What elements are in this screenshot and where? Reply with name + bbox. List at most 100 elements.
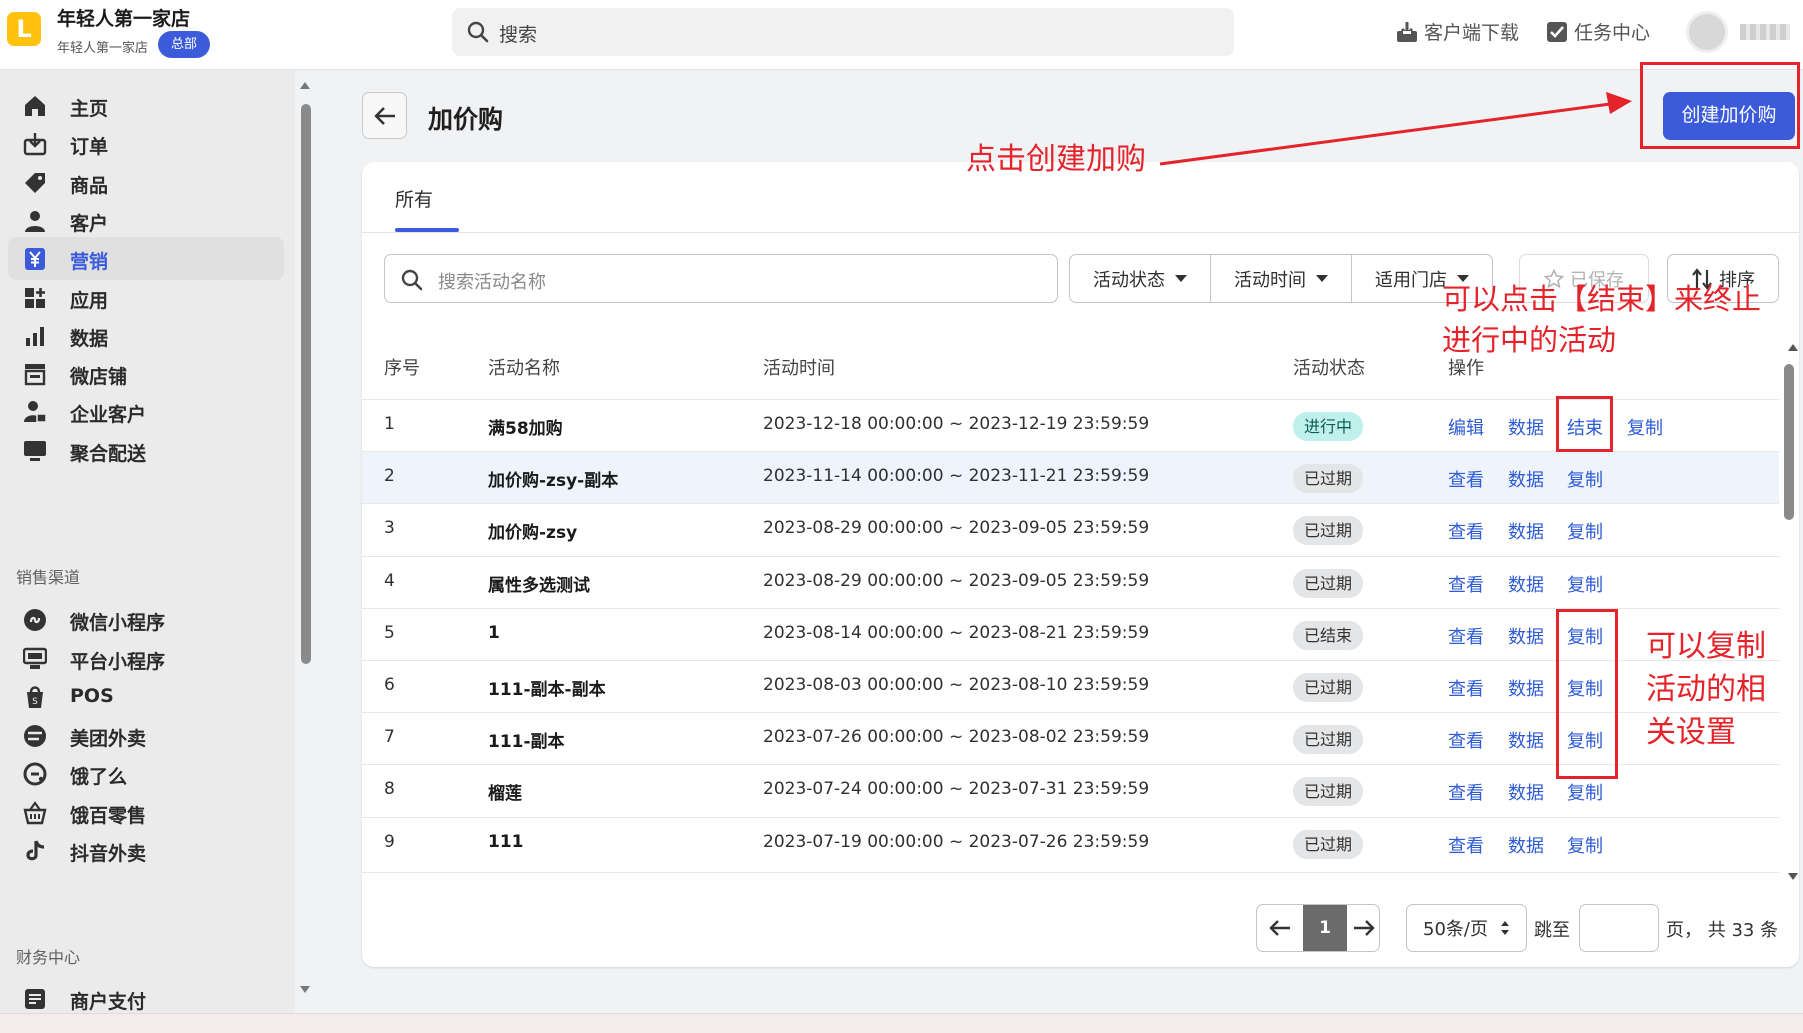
- row-action-link[interactable]: 复制: [1567, 779, 1603, 805]
- row-action-link[interactable]: 复制: [1567, 466, 1603, 492]
- row-action-link[interactable]: 查看: [1448, 518, 1484, 544]
- search-icon: [467, 21, 489, 43]
- order-icon: [23, 133, 47, 156]
- row-activity-name: 加价购-zsy: [488, 523, 578, 544]
- row-action-link[interactable]: 复制: [1567, 571, 1603, 597]
- page-size-select[interactable]: 50条/页: [1406, 904, 1527, 952]
- tab-all[interactable]: 所有: [395, 185, 433, 212]
- row-action-link[interactable]: 数据: [1508, 675, 1544, 701]
- filter-time-label: 活动时间: [1234, 269, 1306, 291]
- next-page-button[interactable]: [1347, 905, 1380, 951]
- sidebar-scroll-thumb[interactable]: [301, 104, 311, 664]
- row-action-link[interactable]: 数据: [1508, 466, 1544, 492]
- user-avatar[interactable]: [1686, 11, 1728, 53]
- sidebar-item-label: 应用: [70, 289, 109, 312]
- current-page-button[interactable]: 1: [1303, 905, 1347, 951]
- select-updown-icon: [1500, 921, 1509, 935]
- download-client-button[interactable]: 客户端下载: [1396, 18, 1519, 45]
- task-center-button[interactable]: 任务中心: [1546, 18, 1650, 45]
- row-action-link[interactable]: 查看: [1448, 779, 1484, 805]
- platform-icon: [23, 647, 47, 669]
- prev-page-button[interactable]: [1257, 905, 1303, 951]
- table-row[interactable]: 4 属性多选测试 2023-08-29 00:00:00 ~ 2023-09-05 …: [362, 555, 1779, 608]
- miniprogram-icon: [24, 609, 46, 631]
- sidebar-item-yen[interactable]: 营销: [8, 237, 284, 281]
- sidebar-item-tag[interactable]: 商品: [8, 161, 284, 204]
- row-activity-time: 2023-07-19 00:00:00 ~ 2023-07-26 23:59:5…: [763, 831, 1150, 852]
- sidebar-item-label: 商品: [70, 174, 109, 197]
- sidebar-item-platform[interactable]: 平台小程序: [8, 637, 284, 680]
- sidebar-item-tiktok[interactable]: 抖音外卖: [8, 829, 284, 872]
- sidebar-item-label: 客户: [70, 212, 109, 235]
- table-scroll-thumb[interactable]: [1784, 364, 1794, 520]
- row-action-link[interactable]: 数据: [1508, 518, 1544, 544]
- row-action-link[interactable]: 数据: [1508, 571, 1544, 597]
- row-index: 2: [384, 466, 395, 487]
- row-action-link[interactable]: 复制: [1567, 832, 1603, 858]
- row-action-link[interactable]: 数据: [1508, 832, 1544, 858]
- row-action-link[interactable]: 编辑: [1448, 414, 1484, 440]
- download-client-label: 客户端下载: [1424, 22, 1520, 44]
- sidebar-item-enterprise[interactable]: 企业客户: [8, 390, 284, 433]
- sidebar-item-label: 饿了么: [70, 766, 128, 788]
- activity-search-input[interactable]: 搜索活动名称: [384, 254, 1058, 303]
- scroll-up-icon[interactable]: [299, 80, 311, 90]
- row-action-link[interactable]: 查看: [1448, 832, 1484, 858]
- sidebar-item-pos[interactable]: S POS: [8, 675, 284, 718]
- scroll-up-icon[interactable]: [1787, 342, 1799, 352]
- row-action-link[interactable]: 查看: [1448, 623, 1484, 649]
- row-index: 3: [384, 518, 395, 539]
- store-name[interactable]: 年轻人第一家店: [57, 4, 190, 31]
- sidebar-item-person[interactable]: 客户: [8, 199, 284, 242]
- sidebar-item-basket[interactable]: 饿百零售: [8, 791, 284, 834]
- task-check-icon: [1547, 21, 1567, 42]
- basket-icon: [23, 800, 47, 824]
- row-activity-time: 2023-08-29 00:00:00 ~ 2023-09-05 23:59:5…: [763, 518, 1150, 539]
- sidebar-item-home[interactable]: 主页: [8, 84, 284, 127]
- table-row[interactable]: 3 加价购-zsy 2023-08-29 00:00:00 ~ 2023-09-05…: [362, 503, 1779, 555]
- user-name-blurred[interactable]: [1740, 24, 1790, 40]
- sidebar-item-miniprogram[interactable]: 微信小程序: [8, 598, 284, 641]
- annotation-copy-hint-line3: 关设置: [1646, 715, 1736, 750]
- pagination-control: 1: [1256, 904, 1380, 952]
- sidebar-item-label: POS: [70, 685, 114, 707]
- sidebar-item-label: 抖音外卖: [70, 843, 147, 865]
- filter-status-dropdown[interactable]: 活动状态: [1070, 255, 1211, 302]
- filter-status-label: 活动状态: [1093, 269, 1165, 291]
- table-row[interactable]: 2 加价购-zsy-副本 2023-11-14 00:00:00 ~ 2023-11…: [362, 451, 1779, 504]
- row-action-link[interactable]: 查看: [1448, 675, 1484, 701]
- row-action-link[interactable]: 复制: [1567, 518, 1603, 544]
- back-button[interactable]: [362, 92, 407, 139]
- scroll-down-icon[interactable]: [299, 985, 311, 995]
- row-action-link[interactable]: 查看: [1448, 727, 1484, 753]
- sidebar-item-monitor[interactable]: 聚合配送: [8, 429, 284, 472]
- app-logo[interactable]: L: [7, 12, 41, 46]
- eleme-icon: [23, 762, 47, 786]
- sidebar-item-label: 商户支付: [70, 991, 147, 1013]
- row-action-link[interactable]: 查看: [1448, 571, 1484, 597]
- row-action-link[interactable]: 数据: [1508, 414, 1544, 440]
- row-index: 4: [384, 570, 395, 591]
- row-action-link[interactable]: 数据: [1508, 779, 1544, 805]
- sidebar-item-label: 微信小程序: [70, 612, 166, 634]
- jump-page-input[interactable]: [1579, 904, 1659, 952]
- sidebar-item-order[interactable]: 订单: [8, 122, 284, 165]
- sidebar-item-chart[interactable]: 数据: [8, 314, 284, 357]
- scroll-down-icon[interactable]: [1787, 872, 1799, 882]
- annotation-copy-hint-line1: 可以复制: [1646, 629, 1766, 664]
- row-activity-name: 111: [488, 831, 524, 852]
- row-action-link[interactable]: 复制: [1627, 414, 1663, 440]
- sidebar-item-store[interactable]: 微店铺: [8, 352, 284, 395]
- row-action-link[interactable]: 查看: [1448, 466, 1484, 492]
- sidebar-item-apps[interactable]: 应用: [8, 276, 284, 319]
- filter-time-dropdown[interactable]: 活动时间: [1211, 255, 1352, 302]
- row-action-link[interactable]: 数据: [1508, 727, 1544, 753]
- sidebar-item-meituan[interactable]: 美团外卖: [8, 714, 284, 757]
- sidebar-item-eleme[interactable]: 饿了么: [8, 752, 284, 795]
- caret-down-icon: [1175, 275, 1187, 282]
- row-action-link[interactable]: 数据: [1508, 623, 1544, 649]
- table-row[interactable]: 9 111 2023-07-19 00:00:00 ~ 2023-07-26 23:…: [362, 816, 1779, 869]
- global-search-input[interactable]: 搜索: [452, 8, 1234, 56]
- row-activity-name: 属性多选测试: [488, 575, 590, 596]
- sidebar-item-label: 订单: [70, 136, 109, 159]
